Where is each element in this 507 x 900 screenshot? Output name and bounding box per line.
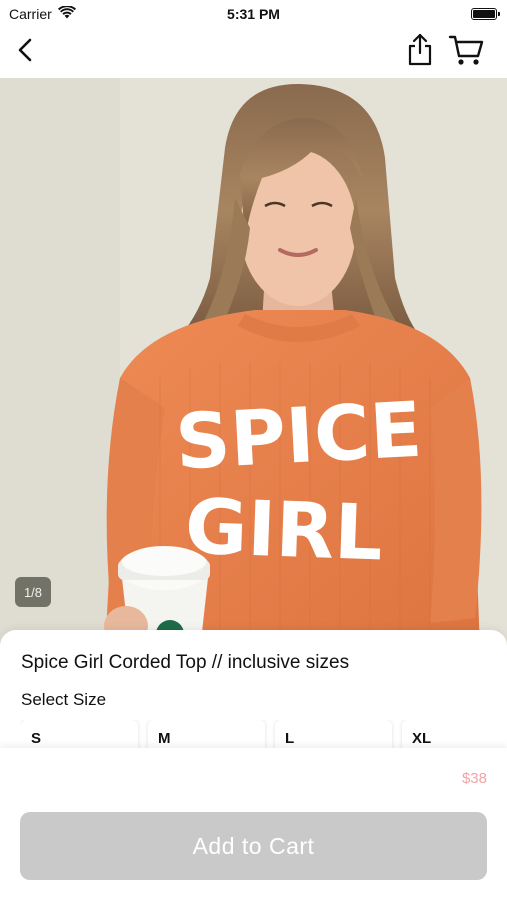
battery-icon (471, 8, 500, 20)
sweater-print-line-1: SPICE (173, 385, 424, 487)
purchase-bar: $38 Add to Cart (0, 748, 507, 900)
size-options: S M L XL (21, 720, 507, 748)
nav-bar (0, 28, 507, 78)
size-option-xl[interactable]: XL (402, 720, 507, 748)
cart-button[interactable] (446, 34, 486, 70)
back-button[interactable] (10, 36, 40, 68)
page-indicator: 1/8 (15, 577, 51, 607)
share-button[interactable] (404, 33, 436, 72)
price-label: $38 (461, 770, 487, 787)
share-icon (406, 33, 434, 72)
size-option-m[interactable]: M (148, 720, 265, 748)
size-option-s[interactable]: S (21, 720, 138, 748)
product-title: Spice Girl Corded Top // inclusive sizes (21, 652, 350, 673)
product-photo: SPICE GIRL (0, 78, 507, 650)
add-to-cart-button[interactable]: Add to Cart (20, 812, 487, 880)
size-option-l[interactable]: L (275, 720, 392, 748)
chevron-left-icon (16, 37, 34, 68)
sweater-print-line-2: GIRL (184, 482, 385, 578)
status-time: 5:31 PM (227, 6, 280, 22)
product-image-gallery[interactable]: SPICE GIRL 1/8 (0, 78, 507, 650)
cart-icon (448, 34, 484, 71)
select-size-label: Select Size (21, 690, 107, 709)
status-bar: Carrier 5:31 PM (0, 0, 507, 28)
